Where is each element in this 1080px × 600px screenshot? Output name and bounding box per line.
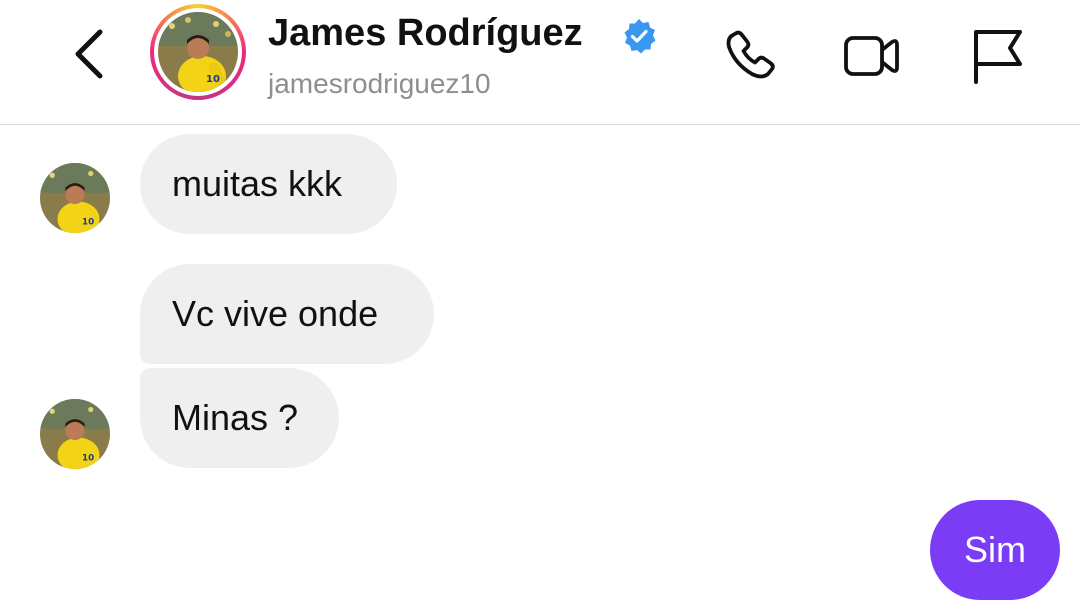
verified-badge-icon — [624, 19, 656, 54]
back-button[interactable] — [66, 26, 114, 82]
message-bubble[interactable]: Minas ? — [140, 368, 339, 468]
username: jamesrodriguez10 — [268, 68, 491, 99]
svg-text:10: 10 — [206, 74, 220, 85]
sent-message-bubble[interactable]: Sim — [930, 500, 1060, 600]
message-bubble[interactable]: Vc vive onde — [140, 264, 434, 364]
video-camera-icon[interactable] — [842, 26, 902, 86]
chat-header: 10 James Rodríguez jamesrodriguez10 — [0, 0, 1080, 125]
phone-icon[interactable] — [720, 26, 780, 86]
message-bubble[interactable]: muitas kkk — [140, 134, 397, 234]
display-name[interactable]: James Rodríguez — [268, 12, 583, 55]
sender-avatar[interactable]: 10 — [40, 163, 110, 233]
sender-avatar[interactable]: 10 — [40, 399, 110, 469]
flag-icon[interactable] — [966, 26, 1026, 86]
svg-text:10: 10 — [82, 453, 94, 463]
svg-text:10: 10 — [82, 217, 94, 227]
profile-avatar[interactable]: 10 — [150, 4, 246, 100]
profile-photo: 10 — [158, 12, 238, 92]
